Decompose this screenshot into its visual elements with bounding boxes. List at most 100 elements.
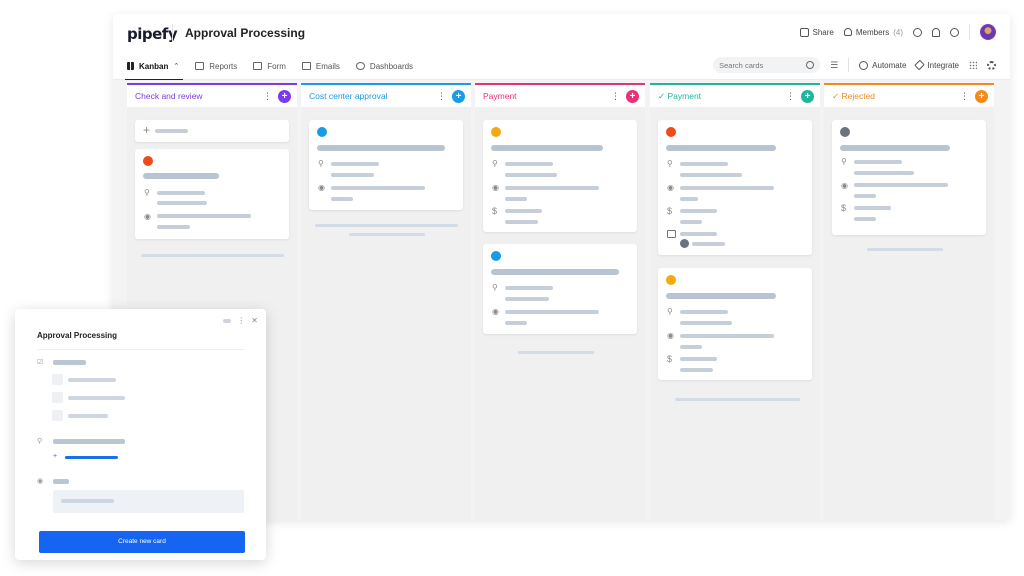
search-input[interactable]: Search cards xyxy=(713,57,821,73)
integrate-button[interactable]: Integrate xyxy=(914,59,959,71)
card-title xyxy=(317,145,445,151)
filter-icon[interactable]: ☰ xyxy=(830,60,838,71)
option-line xyxy=(68,414,108,418)
card[interactable]: ⚲ ◉ $ xyxy=(658,120,812,255)
field-line xyxy=(680,345,702,349)
add-card-button[interactable]: + xyxy=(452,89,465,103)
field-line xyxy=(505,321,527,325)
text-field[interactable] xyxy=(53,490,244,513)
search-icon xyxy=(806,61,815,69)
page-title: Approval Processing xyxy=(185,26,306,40)
dollar-icon: $ xyxy=(492,206,498,216)
table-icon xyxy=(195,62,205,70)
more-vertical-icon[interactable]: ⋮ xyxy=(237,316,245,325)
members-label: Members xyxy=(855,27,890,37)
field-line xyxy=(505,162,553,166)
add-card-button[interactable]: + xyxy=(278,89,291,103)
person-icon: ⚲ xyxy=(37,438,43,445)
field-line xyxy=(331,186,425,190)
phase-title: Check and review xyxy=(135,91,203,101)
phase-header: ✓ Rejected ⋮ + xyxy=(824,85,994,107)
checkbox[interactable] xyxy=(52,392,63,403)
field-line xyxy=(157,201,207,205)
tab-label: Kanban xyxy=(139,61,169,71)
checkbox[interactable] xyxy=(52,410,63,421)
tab-dashboards[interactable]: Dashboards xyxy=(355,52,414,80)
create-card-modal: ⋮ ✕ Approval Processing ☑ ⚲ + ◉ Create n… xyxy=(15,309,266,560)
add-card-button[interactable]: + xyxy=(975,89,988,103)
card[interactable]: ⚲ ◉ $ xyxy=(658,268,812,380)
radio-icon: ◉ xyxy=(318,183,325,192)
view-tabs: Kanban ⌃ Reports Form Emails Dashboards xyxy=(124,52,414,81)
tab-form[interactable]: Form xyxy=(253,52,286,80)
phase-title: ✓ Rejected xyxy=(832,90,876,101)
person-icon: ⚲ xyxy=(667,159,673,168)
field-line xyxy=(854,160,902,164)
tab-emails[interactable]: Emails xyxy=(301,52,340,80)
radio-icon: ◉ xyxy=(667,183,674,192)
add-card-button[interactable]: + xyxy=(626,89,639,103)
share-label: Share xyxy=(812,27,834,37)
tab-label: Reports xyxy=(209,61,238,71)
more-vertical-icon[interactable]: ⋮ xyxy=(960,91,969,102)
add-assignee-link[interactable] xyxy=(65,456,118,459)
field-line xyxy=(331,162,379,166)
top-actions: Share Members (4) xyxy=(799,24,996,40)
field-line xyxy=(680,368,713,372)
phase-column: Cost center approval ⋮ + ⚲ ◉ xyxy=(301,83,471,520)
more-vertical-icon[interactable]: ⋮ xyxy=(786,91,795,102)
gear-icon[interactable] xyxy=(987,60,996,70)
person-icon: ⚲ xyxy=(841,157,847,166)
members-count: (4) xyxy=(893,27,903,37)
pipefy-logo[interactable]: pipefy xyxy=(127,25,178,43)
apps-grid-icon[interactable] xyxy=(969,61,977,69)
more-vertical-icon[interactable]: ⋮ xyxy=(437,91,446,102)
new-card-row[interactable]: + xyxy=(135,120,289,142)
tab-label: Dashboards xyxy=(369,61,414,71)
more-vertical-icon[interactable]: ⋮ xyxy=(611,91,620,102)
create-card-button[interactable]: Create new card xyxy=(39,531,245,553)
members-button[interactable]: Members (4) xyxy=(843,27,903,37)
card[interactable]: ⚲ ◉ xyxy=(483,244,637,334)
field-line xyxy=(854,171,914,175)
close-icon[interactable]: ✕ xyxy=(251,316,258,325)
field-line xyxy=(157,191,205,195)
option-line xyxy=(68,378,116,382)
phase-column: ✓ Rejected ⋮ + ⚲ ◉ $ xyxy=(824,83,994,520)
avatar xyxy=(680,239,689,248)
radio-icon: ◉ xyxy=(144,212,151,221)
checkbox[interactable] xyxy=(52,374,63,385)
dollar-icon: $ xyxy=(667,206,673,216)
card[interactable]: ⚲ ◉ xyxy=(309,120,463,210)
field-line xyxy=(854,183,948,187)
more-vertical-icon[interactable]: ⋮ xyxy=(263,91,272,102)
field-line xyxy=(505,197,527,201)
history-icon[interactable] xyxy=(913,27,922,37)
card[interactable]: ⚲ ◉ $ xyxy=(483,120,637,232)
minimize-icon[interactable] xyxy=(223,318,232,323)
card[interactable]: ⚲ ◉ xyxy=(135,149,289,239)
tab-kanban[interactable]: Kanban ⌃ xyxy=(124,52,184,81)
field-line xyxy=(680,321,732,325)
field-line xyxy=(505,310,599,314)
help-icon[interactable] xyxy=(950,27,959,37)
avatar[interactable] xyxy=(980,24,996,40)
plus-icon[interactable]: + xyxy=(53,453,57,460)
tab-reports[interactable]: Reports xyxy=(195,52,237,80)
automate-button[interactable]: Automate xyxy=(859,60,906,70)
phase-header: Payment ⋮ + xyxy=(475,85,645,107)
person-icon: ⚲ xyxy=(144,188,150,197)
card-title xyxy=(840,145,950,151)
radio-icon: ◉ xyxy=(492,183,499,192)
person-icon: ⚲ xyxy=(667,307,673,316)
bell-icon[interactable] xyxy=(932,27,940,37)
card[interactable]: ⚲ ◉ $ xyxy=(832,120,986,235)
phase-header: Check and review ⋮ + xyxy=(127,85,297,107)
share-button[interactable]: Share xyxy=(799,27,834,37)
label-dot xyxy=(317,127,327,137)
add-card-button[interactable]: + xyxy=(801,89,814,103)
field-label xyxy=(53,360,86,365)
load-more-line xyxy=(518,351,594,354)
card-title xyxy=(666,293,776,299)
field-line xyxy=(680,334,774,338)
